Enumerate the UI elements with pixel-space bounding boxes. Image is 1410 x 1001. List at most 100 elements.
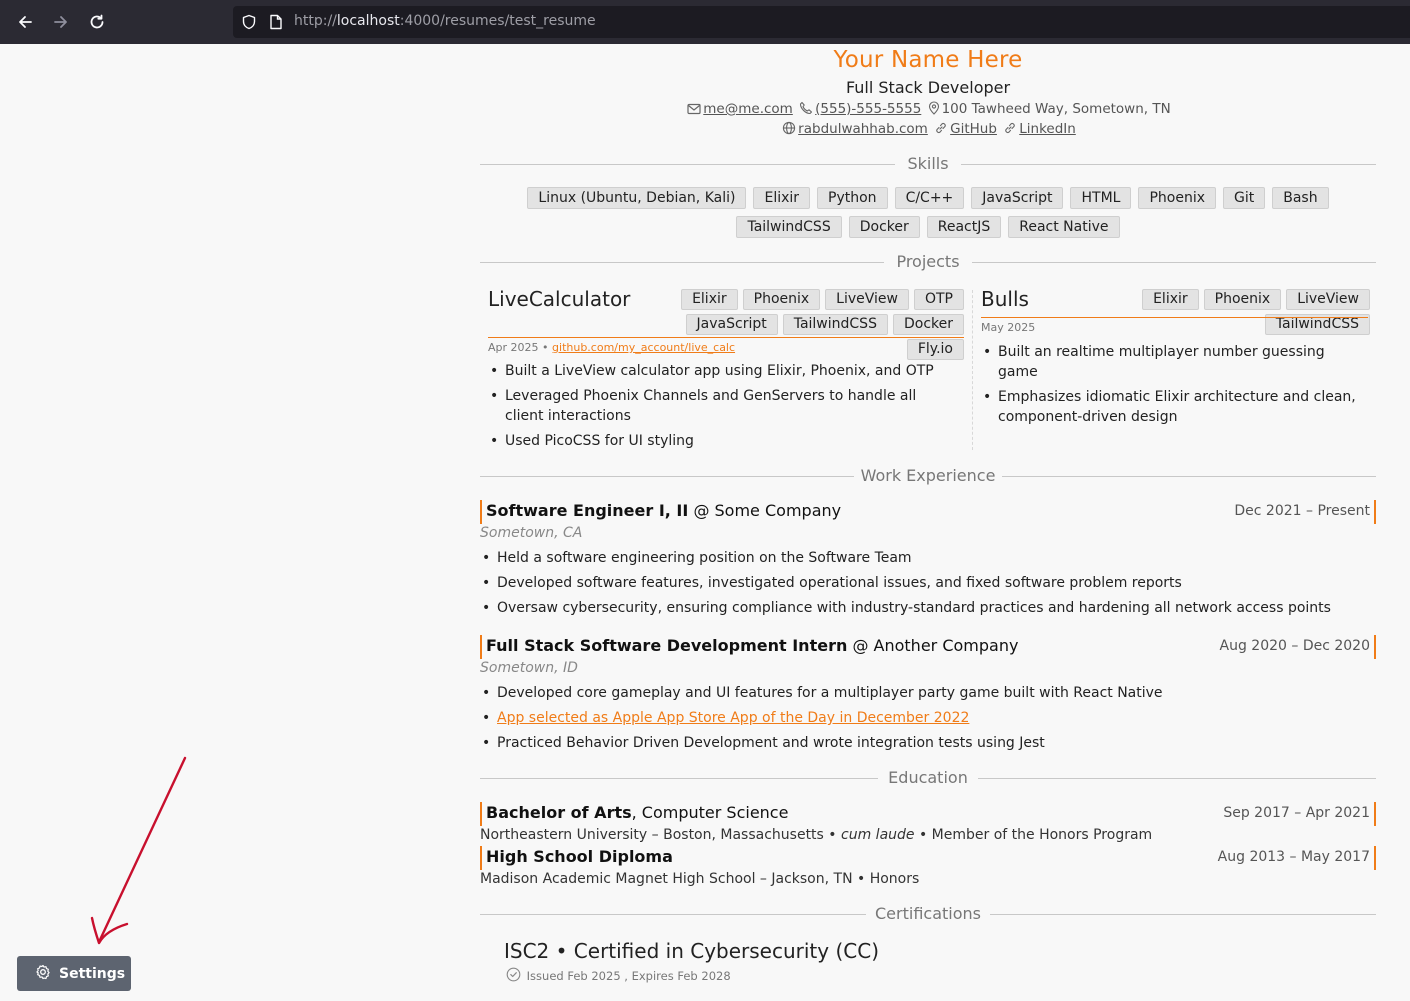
- project-tag: JavaScript: [685, 314, 778, 335]
- education-dates: Sep 2017 – Apr 2021: [1223, 805, 1370, 821]
- section-label: Skills: [907, 154, 949, 173]
- project-repo-link[interactable]: github.com/my_account/live_calc: [552, 341, 735, 354]
- education-section-title: Education: [480, 768, 1376, 788]
- project-tag: OTP: [913, 289, 964, 310]
- job-header: Full Stack Software Development Intern @…: [480, 635, 1376, 659]
- address-bar[interactable]: http://localhost:4000/resumes/test_resum…: [233, 6, 1410, 38]
- project-tag: Docker: [892, 314, 964, 335]
- links-line: rabdulwahhab.com GitHub LinkedIn: [480, 121, 1376, 139]
- project-title: Bulls: [981, 287, 1029, 311]
- project-tag: LiveView: [825, 289, 909, 310]
- link-icon: [934, 121, 948, 139]
- job-title: Full Stack Software Development Intern @…: [486, 636, 1018, 655]
- browser-toolbar: http://localhost:4000/resumes/test_resum…: [0, 0, 1410, 44]
- degree-title: Bachelor of Arts, Computer Science: [486, 803, 788, 822]
- gear-icon: [35, 964, 51, 984]
- section-label: Work Experience: [860, 466, 996, 485]
- project-date: Apr 2025: [488, 341, 539, 354]
- resume-headline: Full Stack Developer: [845, 78, 1011, 97]
- project-tag: TailwindCSS: [782, 314, 888, 335]
- education-dates: Aug 2013 – May 2017: [1217, 849, 1370, 865]
- url-prefix: http://: [294, 13, 337, 29]
- back-icon[interactable]: [11, 8, 39, 36]
- degree: High School Diploma: [486, 847, 673, 866]
- project-rule: [981, 317, 1368, 318]
- bullet-item: App selected as Apple App Store App of t…: [480, 708, 1376, 728]
- skill-tag: Phoenix: [1138, 187, 1216, 209]
- project-rule: [488, 337, 964, 338]
- forward-icon[interactable]: [47, 8, 75, 36]
- job-bullets: Developed core gameplay and UI features …: [480, 683, 1376, 758]
- honor: cum laude: [841, 827, 915, 843]
- phone-icon: [799, 101, 813, 119]
- job-bullets: Held a software engineering position on …: [480, 548, 1376, 623]
- bullet-item: Leveraged Phoenix Channels and GenServer…: [488, 386, 958, 426]
- skill-tag: Git: [1223, 187, 1266, 209]
- project-date: May 2025: [981, 321, 1036, 334]
- project-tag: Phoenix: [742, 289, 821, 310]
- project-divider: [972, 290, 973, 450]
- degree: Bachelor of Arts: [486, 803, 632, 822]
- skill-tag: ReactJS: [926, 216, 1002, 238]
- settings-label: Settings: [59, 965, 126, 982]
- job-dates: Aug 2020 – Dec 2020: [1219, 638, 1371, 654]
- annotation-arrow-icon: [90, 756, 187, 945]
- skill-tag: Linux (Ubuntu, Debian, Kali): [527, 187, 747, 209]
- globe-icon: [782, 121, 796, 139]
- work-section-title: Work Experience: [480, 466, 1376, 486]
- job-header: Software Engineer I, II @ Some Company D…: [480, 500, 1376, 524]
- job-location: Sometown, ID: [480, 660, 578, 676]
- skill-tag: Python: [817, 187, 888, 209]
- linkedin-link[interactable]: LinkedIn: [1019, 121, 1076, 137]
- url-path: :4000/resumes/test_resume: [399, 13, 596, 29]
- job-title: Software Engineer I, II @ Some Company: [486, 501, 841, 520]
- meta-separator: •: [542, 341, 549, 354]
- education-details: Madison Academic Magnet High School – Ja…: [480, 871, 920, 887]
- github-link[interactable]: GitHub: [950, 121, 997, 137]
- skills-list: Linux (Ubuntu, Debian, Kali) Elixir Python…: [492, 187, 1364, 238]
- url-text[interactable]: http://localhost:4000/resumes/test_resum…: [294, 13, 596, 29]
- shield-icon[interactable]: [241, 14, 257, 34]
- skills-section-title: Skills: [480, 154, 1376, 174]
- skill-tag: Elixir: [753, 187, 811, 209]
- certifications-section-title: Certifications: [480, 904, 1376, 924]
- resume-name: Your Name Here: [833, 47, 1023, 73]
- project-tag: Fly.io: [906, 339, 964, 360]
- job-role: Full Stack Software Development Intern: [486, 636, 848, 655]
- school: Northeastern University – Boston, Massac…: [480, 827, 837, 843]
- skill-tag: Bash: [1272, 187, 1329, 209]
- bullet-item: Practiced Behavior Driven Development an…: [480, 733, 1376, 753]
- project-meta: Apr 2025 • github.com/my_account/live_ca…: [488, 341, 735, 354]
- certification-title: ISC2 • Certified in Cybersecurity (CC): [504, 939, 879, 963]
- project-tag: Elixir: [1142, 289, 1199, 310]
- section-label: Education: [888, 768, 968, 787]
- bullet-item: Developed software features, investigate…: [480, 573, 1376, 593]
- education-header: High School Diploma Aug 2013 – May 2017: [480, 846, 1376, 870]
- bullet-item: Oversaw cybersecurity, ensuring complian…: [480, 598, 1376, 618]
- skill-tag: React Native: [1008, 216, 1120, 238]
- job-company: @ Some Company: [693, 501, 842, 520]
- education-details: Northeastern University – Boston, Massac…: [480, 827, 1152, 843]
- projects-section-title: Projects: [480, 252, 1376, 272]
- bullet-item: Emphasizes idiomatic Elixir architecture…: [981, 387, 1366, 427]
- skill-tag: HTML: [1070, 187, 1132, 209]
- job-role: Software Engineer I, II: [486, 501, 689, 520]
- app-of-the-day-link[interactable]: App selected as Apple App Store App of t…: [497, 710, 969, 726]
- project-tag: Elixir: [681, 289, 738, 310]
- contact-line: me@me.com (555)-555-5555 100 Tawheed Way…: [480, 101, 1376, 119]
- website-link[interactable]: rabdulwahhab.com: [798, 121, 928, 137]
- education-header: Bachelor of Arts, Computer Science Sep 2…: [480, 802, 1376, 826]
- project-tag: Phoenix: [1203, 289, 1282, 310]
- degree-field: , Computer Science: [631, 803, 789, 822]
- email-link[interactable]: me@me.com: [703, 101, 793, 117]
- settings-button[interactable]: Settings: [17, 956, 131, 991]
- address-text: 100 Tawheed Way, Sometown, TN: [941, 101, 1171, 117]
- skill-tag: Docker: [848, 216, 920, 238]
- reload-icon[interactable]: [83, 8, 111, 36]
- skill-tag: TailwindCSS: [736, 216, 842, 238]
- phone-link[interactable]: (555)-555-5555: [815, 101, 921, 117]
- page-icon: [269, 14, 283, 34]
- section-label: Projects: [896, 252, 960, 271]
- job-company: @ Another Company: [852, 636, 1019, 655]
- certification-meta: Issued Feb 2025 , Expires Feb 2028: [504, 967, 731, 985]
